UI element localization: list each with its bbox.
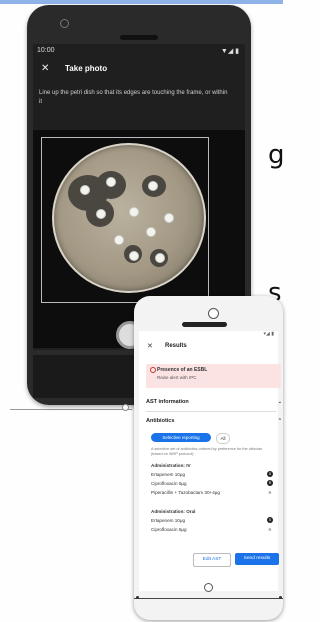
alert-subtitle: Raise alert with IPC: [157, 375, 197, 380]
petri-dish-image: [52, 143, 206, 293]
instruction-text: Line up the petri dish so that its edges…: [39, 90, 228, 105]
section-antibiotics[interactable]: Antibiotics ⌃: [146, 418, 282, 424]
chip-all[interactable]: All: [216, 433, 230, 444]
front-camera: [60, 19, 69, 28]
section-label: AST information: [146, 399, 189, 405]
drug-name: Ciprofloxacin 5μg: [151, 481, 187, 486]
esbl-alert: Presence of an ESBL Raise alert with IPC: [146, 364, 281, 388]
top-accent-bar: [0, 0, 283, 4]
result-badge: R: [267, 480, 273, 486]
result-text: R: [268, 527, 272, 532]
nav-dot: [136, 596, 139, 599]
background-letter: g: [268, 140, 285, 170]
admin-iv-label: Administration: IV: [151, 463, 191, 468]
nav-bar-line: [134, 598, 283, 599]
alert-icon: [150, 367, 156, 373]
results-screen: ▾◢ ▮ ✕ Results Presence of an ESBL Raise…: [139, 331, 282, 591]
drug-name: Piperacillin + Tazobactam 30+4μg: [151, 490, 220, 495]
result-badge: S: [267, 471, 273, 477]
result-badge: S: [267, 517, 273, 523]
chevron-up-icon: ⌃: [277, 418, 282, 424]
drug-name: Ciprofloxacin 5μg: [151, 527, 187, 532]
result-text: R: [268, 490, 272, 495]
divider: [10, 409, 132, 410]
close-icon[interactable]: ✕: [147, 342, 153, 350]
home-indicator: [122, 404, 129, 411]
chevron-down-icon: ⌄: [277, 399, 282, 405]
edit-ast-button[interactable]: Edit AST: [193, 553, 231, 567]
help-text: A selective set of antibiotics ordered b…: [151, 447, 263, 456]
nav-dot: [279, 596, 282, 599]
status-time: 10:00: [37, 47, 55, 54]
home-indicator: [204, 583, 213, 592]
section-ast-information[interactable]: AST information ⌄: [146, 399, 282, 405]
send-results-button[interactable]: Send results: [235, 553, 279, 565]
phone-results: ▾◢ ▮ ✕ Results Presence of an ESBL Raise…: [134, 296, 283, 620]
page-title: Take photo: [65, 64, 108, 73]
admin-oral-label: Administration: Oral: [151, 509, 196, 514]
front-camera: [208, 308, 219, 319]
divider: [146, 411, 276, 412]
status-icons: ▼◢ ▮: [220, 48, 239, 55]
alert-title: Presence of an ESBL: [157, 367, 208, 373]
section-label: Antibiotics: [146, 418, 175, 424]
status-icons: ▾◢ ▮: [263, 331, 275, 337]
speaker-grille: [120, 35, 158, 40]
chip-selective-reporting[interactable]: Selective reporting: [151, 433, 211, 442]
speaker-grille: [182, 322, 227, 327]
page-title: Results: [165, 343, 187, 349]
close-icon[interactable]: ✕: [41, 63, 49, 74]
drug-name: Ertapenem 10μg: [151, 472, 186, 477]
drug-name: Ertapenem 10μg: [151, 518, 186, 523]
